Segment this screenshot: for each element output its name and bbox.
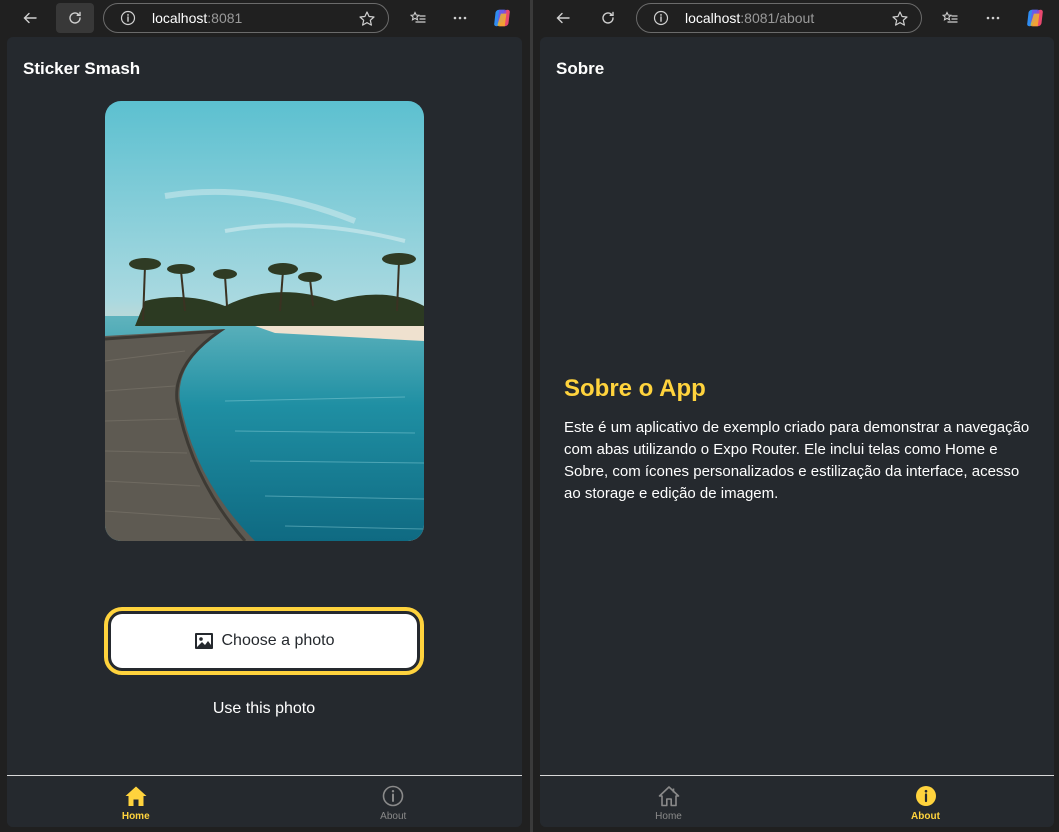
tab-home[interactable]: Home xyxy=(7,776,265,827)
choose-photo-label: Choose a photo xyxy=(221,632,335,649)
site-info-icon[interactable] xyxy=(653,10,669,26)
address-bar[interactable]: localhost:8081 xyxy=(103,3,389,33)
back-button[interactable] xyxy=(549,4,577,32)
selected-photo xyxy=(105,101,424,541)
choose-photo-outline: Choose a photo xyxy=(104,607,424,675)
copilot-icon xyxy=(494,9,510,27)
info-icon xyxy=(382,785,404,807)
beach-boardwalk-image xyxy=(105,101,424,541)
site-info-icon[interactable] xyxy=(120,10,136,26)
tab-about[interactable]: About xyxy=(265,776,523,827)
home-icon xyxy=(125,786,147,806)
about-heading: Sobre o App xyxy=(564,375,706,402)
tab-home[interactable]: Home xyxy=(540,776,797,827)
favorite-star-icon[interactable] xyxy=(891,10,909,28)
browser-toolbar: localhost:8081 xyxy=(0,0,530,36)
choose-photo-button[interactable]: Choose a photo xyxy=(111,614,417,668)
address-bar[interactable]: localhost:8081/about xyxy=(636,3,922,33)
use-photo-button[interactable]: Use this photo xyxy=(104,691,424,727)
favorites-button[interactable] xyxy=(404,4,432,32)
back-arrow-icon xyxy=(556,12,570,24)
url-text[interactable]: localhost:8081/about xyxy=(685,10,814,26)
browser-toolbar: localhost:8081/about xyxy=(533,0,1059,36)
more-menu-button[interactable] xyxy=(446,4,474,32)
tab-about-label: About xyxy=(380,811,407,822)
more-dots-icon xyxy=(986,16,1000,20)
favorites-list-icon xyxy=(410,11,426,23)
tab-home-label: Home xyxy=(121,811,150,822)
home-outline-icon xyxy=(658,786,679,807)
more-menu-button[interactable] xyxy=(979,4,1007,32)
picture-icon xyxy=(194,633,213,649)
favorite-star-icon[interactable] xyxy=(358,10,376,28)
reload-icon xyxy=(602,11,614,24)
tab-about-label: About xyxy=(911,811,940,822)
reload-button[interactable] xyxy=(594,4,622,32)
tab-home-label: Home xyxy=(655,811,682,822)
browser-window-home: localhost:8081 Sticker Smash Choose a ph… xyxy=(0,0,530,832)
url-text[interactable]: localhost:8081 xyxy=(152,10,242,26)
page-title: Sticker Smash xyxy=(23,59,141,78)
about-description: Este é um aplicativo de exemplo criado p… xyxy=(564,419,1030,502)
page-title: Sobre xyxy=(556,59,605,78)
copilot-icon xyxy=(1027,9,1043,27)
browser-window-about: localhost:8081/about Sobre Sobre o App E… xyxy=(533,0,1059,832)
back-arrow-icon xyxy=(23,12,37,24)
info-filled-icon xyxy=(915,786,936,806)
tab-bar: Home About xyxy=(7,775,522,827)
back-button[interactable] xyxy=(16,4,44,32)
favorites-button[interactable] xyxy=(936,4,964,32)
reload-button[interactable] xyxy=(56,3,94,33)
favorites-list-icon xyxy=(942,11,958,23)
tab-about[interactable]: About xyxy=(797,776,1054,827)
reload-icon xyxy=(69,11,81,24)
app-viewport-home: Sticker Smash Choose a photo Use this ph… xyxy=(7,37,522,827)
copilot-button[interactable] xyxy=(488,4,516,32)
more-dots-icon xyxy=(453,16,467,20)
app-viewport-about: Sobre Sobre o App Este é um aplicativo d… xyxy=(540,37,1054,827)
copilot-button[interactable] xyxy=(1021,4,1049,32)
tab-bar: Home About xyxy=(540,775,1054,827)
